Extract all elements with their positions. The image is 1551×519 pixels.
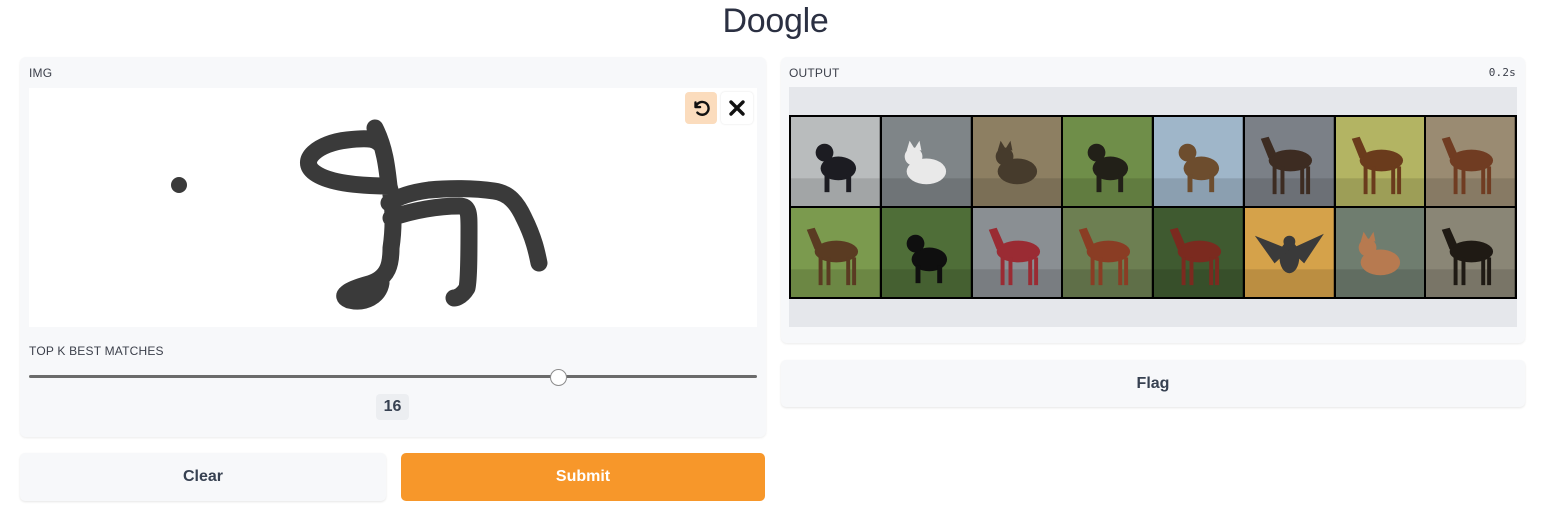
result-image-9 — [791, 208, 880, 297]
page-title: Doogle — [722, 2, 829, 40]
slider-label: TOP K BEST MATCHES — [29, 344, 164, 358]
sketch-dot — [171, 177, 187, 193]
slider-track[interactable] — [29, 375, 757, 378]
result-image-16 — [1426, 208, 1515, 297]
flag-button[interactable]: Flag — [781, 360, 1525, 407]
submit-button[interactable]: Submit — [401, 453, 765, 501]
undo-button[interactable] — [685, 92, 717, 124]
output-image-frame — [789, 87, 1517, 327]
result-image-12 — [1063, 208, 1152, 297]
result-image-8 — [1426, 117, 1515, 206]
result-image-11 — [972, 208, 1062, 297]
sketch-canvas[interactable] — [29, 88, 757, 327]
sketch-stroke — [300, 119, 548, 310]
img-label: IMG — [29, 66, 53, 80]
result-image-5 — [1154, 117, 1243, 206]
input-panel: IMG TOP K BEST MATCHES 16 — [20, 57, 766, 437]
result-image-15 — [1335, 208, 1425, 297]
output-time: 0.2s — [1488, 66, 1516, 79]
slider-thumb[interactable] — [550, 369, 568, 386]
slider-value[interactable]: 16 — [376, 394, 409, 420]
result-image-1 — [791, 117, 880, 206]
result-image-4 — [1063, 117, 1152, 206]
result-image-13 — [1154, 208, 1243, 297]
output-label: OUTPUT — [789, 66, 840, 80]
result-image-3 — [972, 117, 1062, 206]
result-image-10 — [881, 208, 971, 297]
clear-canvas-button[interactable] — [721, 92, 753, 124]
result-image-6 — [1244, 117, 1334, 206]
clear-button[interactable]: Clear — [20, 453, 386, 501]
result-image-2 — [881, 117, 971, 206]
sketch-drawing — [171, 119, 548, 310]
result-image-grid — [789, 115, 1517, 299]
close-icon — [729, 100, 745, 116]
result-image-14 — [1244, 208, 1334, 297]
undo-icon — [694, 100, 710, 116]
result-image-7 — [1335, 117, 1425, 206]
output-panel: OUTPUT 0.2s — [781, 57, 1525, 343]
